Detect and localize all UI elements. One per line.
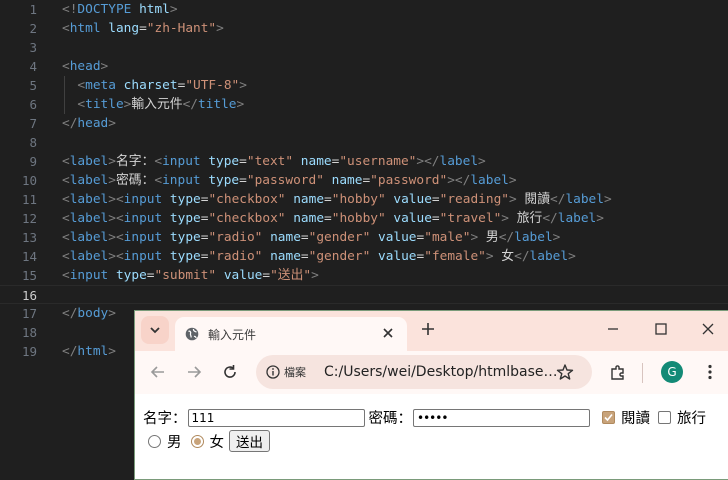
code-line[interactable]: 4 <head> [0, 57, 728, 76]
line-number: 16 [21, 288, 37, 303]
code-text: <label><input type="radio" name="gender"… [62, 230, 561, 245]
code-line[interactable]: 2 <html lang="zh-Hant"> [0, 19, 728, 38]
line-number: 17 [21, 306, 37, 321]
site-info-chip[interactable]: 檔案 [262, 360, 312, 384]
code-line[interactable]: 5 <meta charset="UTF-8"> [0, 76, 728, 95]
hobby-travel-checkbox[interactable] [658, 411, 671, 424]
form-row-1: 名字： 111 密碼： ••••• 閱讀 旅行 [143, 407, 706, 428]
code-text: <label><input type="checkbox" name="hobb… [62, 192, 612, 207]
tab-bar: 輸入元件 [135, 311, 728, 351]
back-arrow-icon[interactable] [149, 363, 167, 381]
code-line[interactable]: 16 [0, 285, 728, 304]
line-number: 11 [21, 192, 37, 207]
forward-arrow-icon[interactable] [185, 363, 203, 381]
code-text: <html lang="zh-Hant"> [62, 21, 224, 36]
code-line[interactable]: 14 <label><input type="radio" name="gende… [0, 247, 728, 266]
code-line[interactable]: 15 <input type="submit" value="送出"> [0, 266, 728, 285]
checkmark-icon [604, 413, 613, 422]
page-viewport: 名字： 111 密碼： ••••• 閱讀 旅行 男 女 送出 [135, 394, 728, 479]
line-number: 10 [21, 173, 37, 188]
code-text: <label>密碼：<input type="password" name="p… [62, 173, 517, 188]
line-number: 12 [21, 211, 37, 226]
code-line[interactable]: 7 </head> [0, 114, 728, 133]
code-line[interactable]: 6 <title>輸入元件</title> [0, 95, 728, 114]
gender-male-radio[interactable] [148, 434, 161, 448]
code-line[interactable]: 1 <!DOCTYPE html> [0, 0, 728, 19]
line-number: 6 [29, 97, 37, 112]
code-line[interactable]: 8 [0, 133, 728, 152]
line-number: 1 [29, 2, 37, 17]
code-text: <input type="submit" value="送出"> [62, 268, 319, 283]
code-line[interactable]: 11 <label><input type="checkbox" name="ho… [0, 190, 728, 209]
profile-avatar[interactable]: G [661, 361, 683, 383]
gender-male-label: 男 [167, 434, 182, 451]
tab-title: 輸入元件 [208, 328, 257, 342]
globe-icon [185, 327, 199, 341]
line-number: 14 [21, 249, 37, 264]
code-line[interactable]: 9 <label>名字：<input type="text" name="user… [0, 152, 728, 171]
hobby-travel-label: 旅行 [677, 411, 706, 427]
line-number: 9 [29, 154, 37, 169]
code-line[interactable]: 3 [0, 38, 728, 57]
close-tab-icon[interactable] [381, 326, 395, 340]
line-number: 8 [29, 135, 37, 150]
code-line[interactable]: 12 <label><input type="checkbox" name="ho… [0, 209, 728, 228]
code-text: <label>名字：<input type="text" name="usern… [62, 154, 486, 169]
tab-search-button[interactable] [141, 316, 169, 344]
line-number: 5 [29, 78, 37, 93]
line-number: 4 [29, 59, 37, 74]
submit-button[interactable]: 送出 [229, 430, 270, 452]
code-text: </head> [62, 116, 116, 131]
line-number: 13 [21, 230, 37, 245]
gender-female-label: 女 [209, 434, 225, 451]
form-row-2: 男 女 送出 [143, 430, 270, 452]
code-text: <label><input type="radio" name="gender"… [62, 249, 576, 264]
line-number: 19 [21, 344, 37, 359]
maximize-icon[interactable] [653, 321, 669, 337]
close-window-icon[interactable] [700, 321, 716, 337]
url-text[interactable]: C:/Users/wei/Desktop/htmlbase… [324, 364, 558, 380]
tab-active[interactable]: 輸入元件 [175, 317, 407, 351]
browser-toolbar: 檔案 C:/Users/wei/Desktop/htmlbase… G [135, 351, 728, 394]
line-number: 2 [29, 21, 37, 36]
hobby-reading-label: 閱讀 [621, 411, 650, 427]
line-number: 18 [21, 325, 37, 340]
code-text: </html> [62, 344, 116, 359]
extensions-puzzle-icon[interactable] [609, 363, 627, 381]
bookmark-star-icon[interactable] [556, 363, 574, 381]
line-number: 7 [29, 116, 37, 131]
line-number: 15 [21, 268, 37, 283]
new-tab-icon[interactable] [420, 321, 436, 337]
toolbar-separator [642, 363, 643, 383]
more-menu-icon[interactable] [701, 363, 719, 381]
password-label: 密碼： [368, 411, 413, 427]
code-text: <head> [62, 59, 109, 74]
username-input[interactable]: 111 [187, 408, 365, 427]
hobby-reading-checkbox[interactable] [602, 411, 615, 424]
gender-female-radio[interactable] [190, 434, 204, 448]
site-info-label: 檔案 [284, 366, 306, 379]
minimize-icon[interactable] [605, 321, 621, 337]
code-line[interactable]: 13 <label><input type="radio" name="gende… [0, 228, 728, 247]
indent-guide [64, 76, 65, 114]
code-line[interactable]: 10 <label>密碼：<input type="password" name=… [0, 171, 728, 190]
password-input[interactable]: ••••• [413, 408, 590, 427]
name-label: 名字： [143, 411, 187, 427]
code-text: <meta charset="UTF-8"> [62, 78, 247, 93]
line-number: 3 [29, 40, 37, 55]
info-icon [266, 365, 280, 379]
chevron-down-icon [150, 327, 160, 334]
code-text: </body> [62, 306, 116, 321]
code-text: <!DOCTYPE html> [62, 2, 178, 17]
code-text: <title>輸入元件</title> [62, 97, 245, 112]
browser-window: 輸入元件 檔案 C:/Users/wei/Desktop/htmlbase… G… [134, 310, 728, 480]
reload-icon[interactable] [221, 363, 239, 381]
address-bar[interactable]: 檔案 C:/Users/wei/Desktop/htmlbase… [256, 355, 592, 389]
code-text: <label><input type="checkbox" name="hobb… [62, 211, 604, 226]
